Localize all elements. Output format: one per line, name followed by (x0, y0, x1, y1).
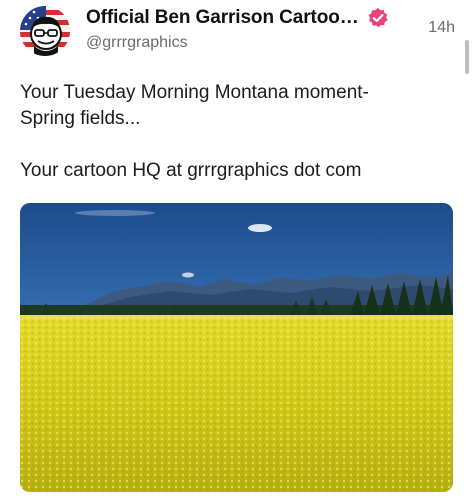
author-handle[interactable]: @grrrgraphics (86, 34, 188, 52)
avatar-image (20, 6, 70, 56)
post-text-line: Spring fields... (20, 108, 141, 129)
author-name-row[interactable]: Official Ben Garrison Cartoo… (86, 7, 389, 29)
author-avatar[interactable] (20, 6, 70, 56)
verified-badge-icon (367, 7, 389, 29)
post-text: Your Tuesday Morning Montana moment- Spr… (20, 80, 450, 184)
post-timestamp: 14h (428, 19, 455, 36)
author-display-name[interactable]: Official Ben Garrison Cartoo… (86, 7, 359, 29)
social-post[interactable]: Official Ben Garrison Cartoo… 14h @grrrg… (0, 0, 473, 500)
post-text-line: Your cartoon HQ at grrrgraphics dot com (20, 160, 362, 181)
post-header: Official Ben Garrison Cartoo… 14h @grrrg… (86, 6, 457, 56)
post-image[interactable] (20, 203, 453, 492)
scrollbar[interactable] (465, 40, 469, 74)
post-text-line: Your Tuesday Morning Montana moment- (20, 82, 369, 103)
landscape-photo (20, 203, 453, 492)
